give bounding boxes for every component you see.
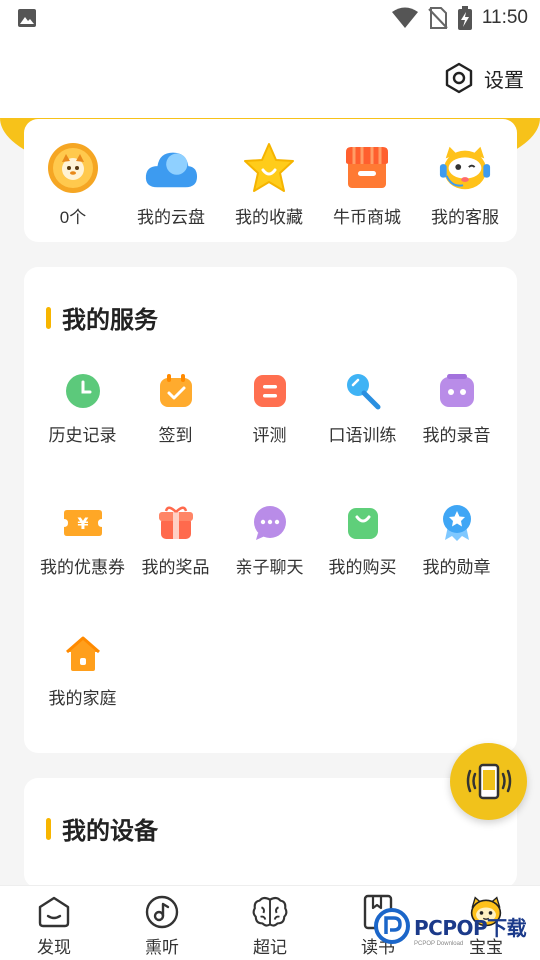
quick-action-label: 我的收藏 bbox=[235, 208, 303, 227]
service-family-chat[interactable]: 亲子聊天 bbox=[223, 503, 316, 578]
quick-action-label: 牛币商城 bbox=[333, 208, 401, 227]
settings-button[interactable]: 设置 bbox=[444, 62, 524, 94]
floating-device-button[interactable] bbox=[450, 743, 527, 820]
gift-icon bbox=[156, 503, 196, 543]
services-title-text: 我的服务 bbox=[62, 307, 158, 334]
wifi-icon bbox=[391, 7, 418, 28]
service-history[interactable]: 历史记录 bbox=[36, 371, 129, 446]
title-accent-bar bbox=[46, 817, 51, 840]
quick-action-label: 我的客服 bbox=[431, 208, 499, 227]
watermark-brand: PCPOP下载 bbox=[414, 915, 527, 940]
coupon-icon: ¥ bbox=[63, 503, 103, 543]
tab-label: 发现 bbox=[37, 938, 71, 957]
devices-title: 我的设备 bbox=[46, 811, 158, 846]
home-icon bbox=[63, 634, 103, 674]
status-bar: 11:50 bbox=[0, 0, 540, 36]
service-label: 我的购买 bbox=[328, 558, 397, 577]
tab-listen[interactable]: 熏听 bbox=[117, 894, 207, 958]
service-family[interactable]: 我的家庭 bbox=[36, 634, 129, 709]
service-evaluation[interactable]: 评测 bbox=[223, 371, 316, 446]
brain-icon bbox=[252, 894, 288, 930]
medal-icon bbox=[437, 503, 477, 543]
settings-hexagon-icon bbox=[445, 62, 473, 94]
service-prizes[interactable]: 我的奖品 bbox=[129, 503, 222, 578]
service-label: 我的家庭 bbox=[48, 689, 117, 708]
quick-action-cloud[interactable]: 我的云盘 bbox=[122, 141, 220, 228]
service-coupons[interactable]: ¥ 我的优惠券 bbox=[36, 503, 129, 578]
services-title: 我的服务 bbox=[46, 300, 158, 335]
image-notification-icon bbox=[18, 9, 36, 27]
quick-action-coins[interactable]: 0个 bbox=[24, 141, 122, 228]
service-label: 亲子聊天 bbox=[235, 558, 304, 577]
discover-icon bbox=[36, 894, 72, 930]
service-label: 我的勋章 bbox=[422, 558, 491, 577]
shopping-bag-icon bbox=[343, 503, 383, 543]
quick-action-favorites[interactable]: 我的收藏 bbox=[220, 141, 318, 228]
svg-text:¥: ¥ bbox=[77, 514, 88, 533]
service-label: 我的奖品 bbox=[141, 558, 210, 577]
service-label: 我的录音 bbox=[422, 426, 491, 445]
customer-service-icon bbox=[438, 141, 492, 195]
quick-action-shop[interactable]: 牛币商城 bbox=[318, 141, 416, 228]
services-card: 我的服务 历史记录 签到 评测 口语训练 我的录音 ¥ 我的优惠券 我的奖品 亲… bbox=[24, 267, 517, 753]
phone-vibrate-icon bbox=[466, 763, 511, 799]
no-sim-icon bbox=[428, 7, 448, 29]
status-time: 11:50 bbox=[481, 7, 528, 28]
evaluation-icon bbox=[250, 371, 290, 411]
battery-charging-icon bbox=[457, 6, 472, 30]
service-label: 评测 bbox=[252, 426, 287, 445]
tab-discover[interactable]: 发现 bbox=[9, 894, 99, 958]
watermark: PCPOP下载 PCPOP Download bbox=[374, 908, 527, 947]
tab-memory[interactable]: 超记 bbox=[225, 894, 315, 958]
watermark-logo-icon bbox=[374, 908, 410, 944]
service-label: 历史记录 bbox=[48, 426, 117, 445]
settings-label: 设置 bbox=[484, 69, 524, 92]
quick-action-label: 0个 bbox=[59, 208, 87, 227]
clock-icon bbox=[63, 371, 103, 411]
shop-icon bbox=[340, 141, 394, 195]
devices-card: 我的设备 bbox=[24, 778, 517, 888]
watermark-subtext: PCPOP Download bbox=[414, 941, 464, 947]
coin-icon bbox=[46, 141, 100, 195]
microphone-icon bbox=[343, 371, 383, 411]
quick-action-customer-service[interactable]: 我的客服 bbox=[416, 141, 514, 228]
service-purchases[interactable]: 我的购买 bbox=[316, 503, 409, 578]
music-note-icon bbox=[144, 894, 180, 930]
service-checkin[interactable]: 签到 bbox=[129, 371, 222, 446]
service-label: 我的优惠券 bbox=[40, 558, 125, 577]
service-label: 口语训练 bbox=[328, 426, 397, 445]
cloud-icon bbox=[144, 141, 198, 195]
service-label: 签到 bbox=[158, 426, 193, 445]
service-recordings[interactable]: 我的录音 bbox=[410, 371, 503, 446]
service-speaking-training[interactable]: 口语训练 bbox=[316, 371, 409, 446]
service-medals[interactable]: 我的勋章 bbox=[410, 503, 503, 578]
recording-icon bbox=[437, 371, 477, 411]
checkin-icon bbox=[156, 371, 196, 411]
tab-label: 熏听 bbox=[145, 938, 179, 957]
devices-title-text: 我的设备 bbox=[62, 818, 158, 845]
chat-icon bbox=[250, 503, 290, 543]
tab-label: 超记 bbox=[253, 938, 287, 957]
quick-action-label: 我的云盘 bbox=[137, 208, 205, 227]
title-accent-bar bbox=[46, 306, 51, 329]
quick-actions-card: 0个 我的云盘 我的收藏 牛币商城 我的客服 bbox=[24, 119, 517, 242]
star-icon bbox=[242, 141, 296, 195]
